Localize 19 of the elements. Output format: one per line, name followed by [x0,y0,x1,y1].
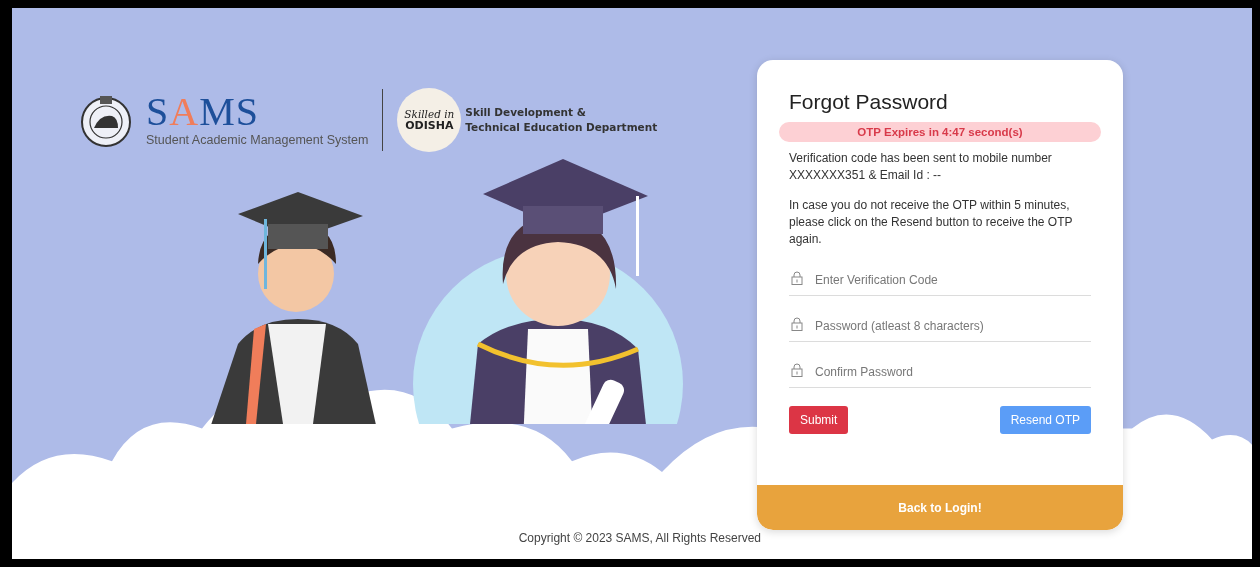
input-field[interactable]: Confirm Password [789,356,1091,388]
lock-icon [791,271,803,285]
logo-subtitle: Student Academic Management System [146,132,369,147]
input-field[interactable]: Password (atleast 8 characters) [789,310,1091,342]
input-field[interactable]: Enter Verification Code [789,264,1091,296]
copyright-text: Copyright © 2023 SAMS, All Rights Reserved [518,531,761,545]
back-to-login-button[interactable]: Back to Login! [757,485,1123,530]
info-text: Verification code has been sent to mobile number XXXXXXX351 & Email Id : -- [789,150,1053,184]
resend-otp-button[interactable]: Resend OTP [999,406,1091,434]
lock-icon [791,363,803,377]
submit-button[interactable]: Submit [789,406,849,434]
department-name: Technical Education Department [465,120,658,135]
info-text: In case you do not receive the OTP within 5 minutes, please click on the Resend button to receive the OTP again. [789,197,1074,248]
card-title: Forgot Password [789,90,949,114]
otp-timer-banner: OTP Expires in 4:47 second(s) [779,122,1101,142]
lock-icon [791,317,803,331]
sams-logo-text: SAMS [146,93,260,130]
skilled-in-odisha-badge: Skilled in ODISHA [397,88,462,152]
department-name: Skill Development & [465,105,587,120]
